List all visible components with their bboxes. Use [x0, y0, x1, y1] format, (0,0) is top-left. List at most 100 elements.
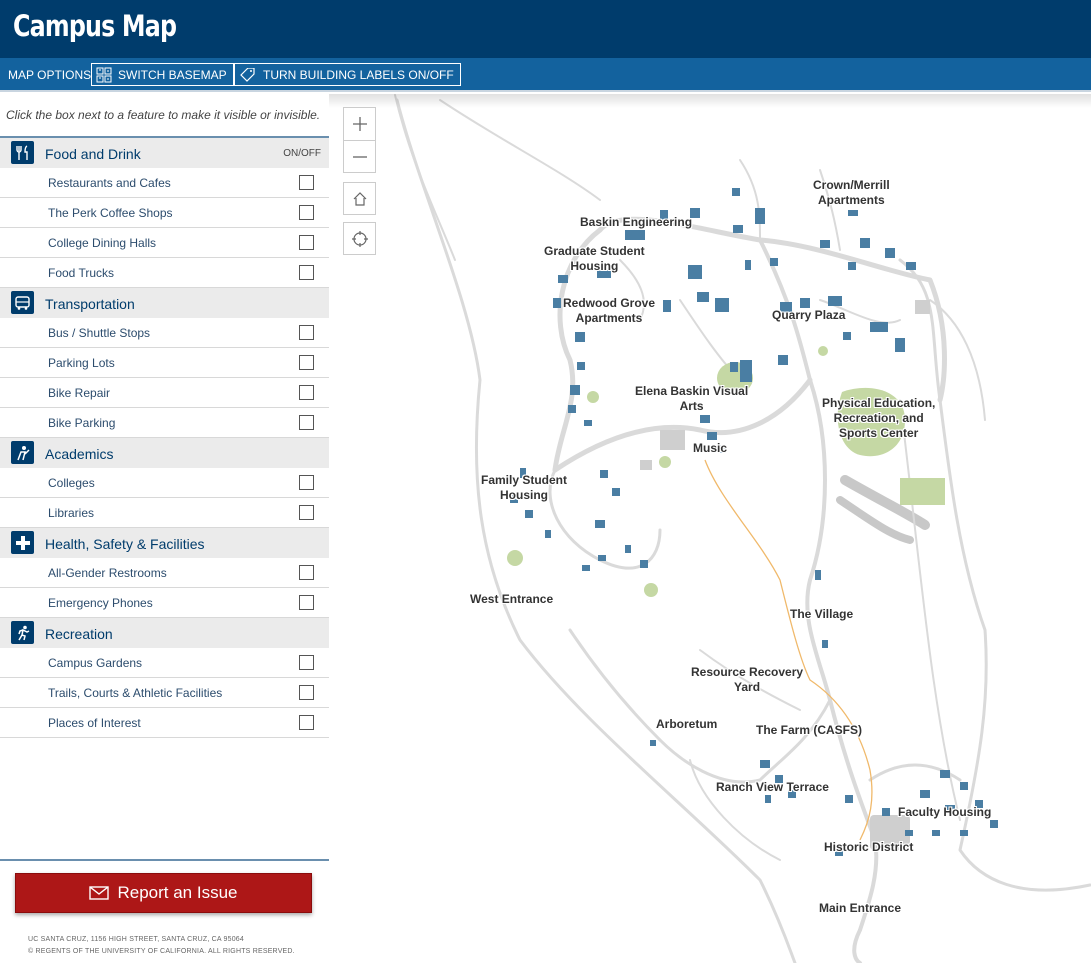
layer-item-label: All-Gender Restrooms — [48, 566, 167, 580]
layer-item[interactable]: Colleges — [0, 468, 329, 498]
home-button[interactable] — [343, 182, 376, 215]
map-label-main-entrance[interactable]: Main Entrance — [819, 901, 901, 916]
layer-item-label: Emergency Phones — [48, 596, 153, 610]
category-health-safety-facilities[interactable]: Health, Safety & Facilities — [0, 528, 329, 558]
utensils-icon — [11, 141, 34, 164]
layer-checkbox[interactable] — [299, 475, 314, 490]
layer-item-label: Trails, Courts & Athletic Facilities — [48, 686, 223, 700]
plus-icon — [352, 117, 367, 131]
category-recreation[interactable]: Recreation — [0, 618, 329, 648]
runner-icon — [11, 621, 34, 644]
map-label-village[interactable]: The Village — [790, 607, 853, 622]
layer-checkbox[interactable] — [299, 715, 314, 730]
category-label: Food and Drink — [45, 146, 141, 162]
map-shadow — [329, 94, 1091, 108]
footer-address: UC SANTA CRUZ, 1156 HIGH STREET, SANTA C… — [28, 936, 244, 943]
layer-item[interactable]: Parking Lots — [0, 348, 329, 378]
report-issue-button[interactable]: Report an Issue — [15, 873, 312, 913]
layer-item-label: Restaurants and Cafes — [48, 176, 171, 190]
layer-item-label: Places of Interest — [48, 716, 141, 730]
zoom-out-button[interactable] — [344, 140, 375, 172]
category-label: Academics — [45, 446, 114, 462]
map-options-label: MAP OPTIONS — [8, 68, 92, 82]
layer-checkbox[interactable] — [299, 415, 314, 430]
footer-copyright: © REGENTS OF THE UNIVERSITY OF CALIFORNI… — [28, 948, 295, 955]
zoom-control — [343, 107, 376, 173]
layer-item-label: Colleges — [48, 476, 95, 490]
category-food-and-drink[interactable]: Food and Drink ON/OFF — [0, 138, 329, 168]
layer-item-label: Bike Parking — [48, 416, 116, 430]
app-header: Campus Map — [0, 0, 1091, 58]
layer-item-label: College Dining Halls — [48, 236, 157, 250]
layer-checkbox[interactable] — [299, 235, 314, 250]
map-label-historic[interactable]: Historic District — [824, 840, 913, 855]
divider — [0, 859, 329, 861]
layer-item[interactable]: Emergency Phones — [0, 588, 329, 618]
toggle-labels-button[interactable]: TURN BUILDING LABELS ON/OFF — [234, 63, 461, 86]
layer-checkbox[interactable] — [299, 385, 314, 400]
report-issue-label: Report an Issue — [117, 883, 238, 902]
on-off-header: ON/OFF — [283, 148, 321, 159]
map-label-music[interactable]: Music — [693, 441, 727, 456]
map-basemap — [394, 94, 1091, 963]
map-label-opers[interactable]: Physical Education, Recreation, and Sports… — [822, 396, 935, 441]
layer-item[interactable]: Bike Repair — [0, 378, 329, 408]
layer-item[interactable]: Bus / Shuttle Stops — [0, 318, 329, 348]
map-label-west-entrance[interactable]: West Entrance — [470, 592, 553, 607]
layer-item[interactable]: College Dining Halls — [0, 228, 329, 258]
map-label-redwood[interactable]: Redwood Grove Apartments — [563, 296, 655, 326]
basemap-grid-icon — [96, 67, 112, 82]
page-title: Campus Map — [13, 9, 177, 43]
map-label-family[interactable]: Family Student Housing — [481, 473, 567, 503]
layer-item[interactable]: Trails, Courts & Athletic Facilities — [0, 678, 329, 708]
map-label-grad-housing[interactable]: Graduate Student Housing — [544, 244, 645, 274]
map-label-crown-merrill[interactable]: Crown/Merrill Apartments — [813, 178, 890, 208]
map-label-quarry[interactable]: Quarry Plaza — [772, 308, 845, 323]
layer-item[interactable]: Libraries — [0, 498, 329, 528]
map-options-toolbar: MAP OPTIONS SWITCH BASEMAP TURN BUILDING… — [0, 58, 1091, 92]
map-label-ranch[interactable]: Ranch View Terrace — [716, 780, 829, 795]
home-icon — [353, 191, 366, 206]
layer-item-label: The Perk Coffee Shops — [48, 206, 173, 220]
medical-cross-icon — [11, 531, 34, 554]
layer-checkbox[interactable] — [299, 565, 314, 580]
layer-checkbox[interactable] — [299, 355, 314, 370]
map-label-farm[interactable]: The Farm (CASFS) — [756, 723, 862, 738]
category-academics[interactable]: Academics — [0, 438, 329, 468]
layer-checkbox[interactable] — [299, 655, 314, 670]
layer-checkbox[interactable] — [299, 595, 314, 610]
envelope-icon — [89, 886, 110, 900]
locate-button[interactable] — [343, 222, 376, 255]
layer-checkbox[interactable] — [299, 205, 314, 220]
layer-checkbox[interactable] — [299, 685, 314, 700]
layer-checkbox[interactable] — [299, 325, 314, 340]
map-label-elena[interactable]: Elena Baskin Visual Arts — [635, 384, 748, 414]
layer-item-label: Parking Lots — [48, 356, 115, 370]
category-label: Recreation — [45, 626, 113, 642]
category-label: Health, Safety & Facilities — [45, 536, 205, 552]
map-label-arboretum[interactable]: Arboretum — [656, 717, 717, 732]
map-label-resource[interactable]: Resource Recovery Yard — [691, 665, 803, 695]
layer-item[interactable]: All-Gender Restrooms — [0, 558, 329, 588]
layer-checkbox[interactable] — [299, 175, 314, 190]
layer-item[interactable]: Campus Gardens — [0, 648, 329, 678]
tag-icon — [240, 67, 255, 82]
campus-map[interactable]: Crown/Merrill Apartments Baskin Engineeri… — [329, 94, 1091, 963]
map-label-baskin[interactable]: Baskin Engineering — [580, 215, 692, 230]
zoom-in-button[interactable] — [344, 108, 375, 140]
layer-item[interactable]: Restaurants and Cafes — [0, 168, 329, 198]
layer-item[interactable]: Bike Parking — [0, 408, 329, 438]
category-transportation[interactable]: Transportation — [0, 288, 329, 318]
reader-icon — [11, 441, 34, 464]
layer-item[interactable]: The Perk Coffee Shops — [0, 198, 329, 228]
layer-item[interactable]: Places of Interest — [0, 708, 329, 738]
layer-checkbox[interactable] — [299, 505, 314, 520]
map-label-faculty[interactable]: Faculty Housing — [898, 805, 991, 820]
layer-item-label: Libraries — [48, 506, 95, 520]
switch-basemap-button[interactable]: SWITCH BASEMAP — [91, 63, 234, 86]
category-list: Food and Drink ON/OFF Restaurants and Cafe… — [0, 138, 329, 738]
layer-checkbox[interactable] — [299, 265, 314, 280]
category-label: Transportation — [45, 296, 135, 312]
layer-item[interactable]: Food Trucks — [0, 258, 329, 288]
layer-item-label: Bus / Shuttle Stops — [48, 326, 151, 340]
